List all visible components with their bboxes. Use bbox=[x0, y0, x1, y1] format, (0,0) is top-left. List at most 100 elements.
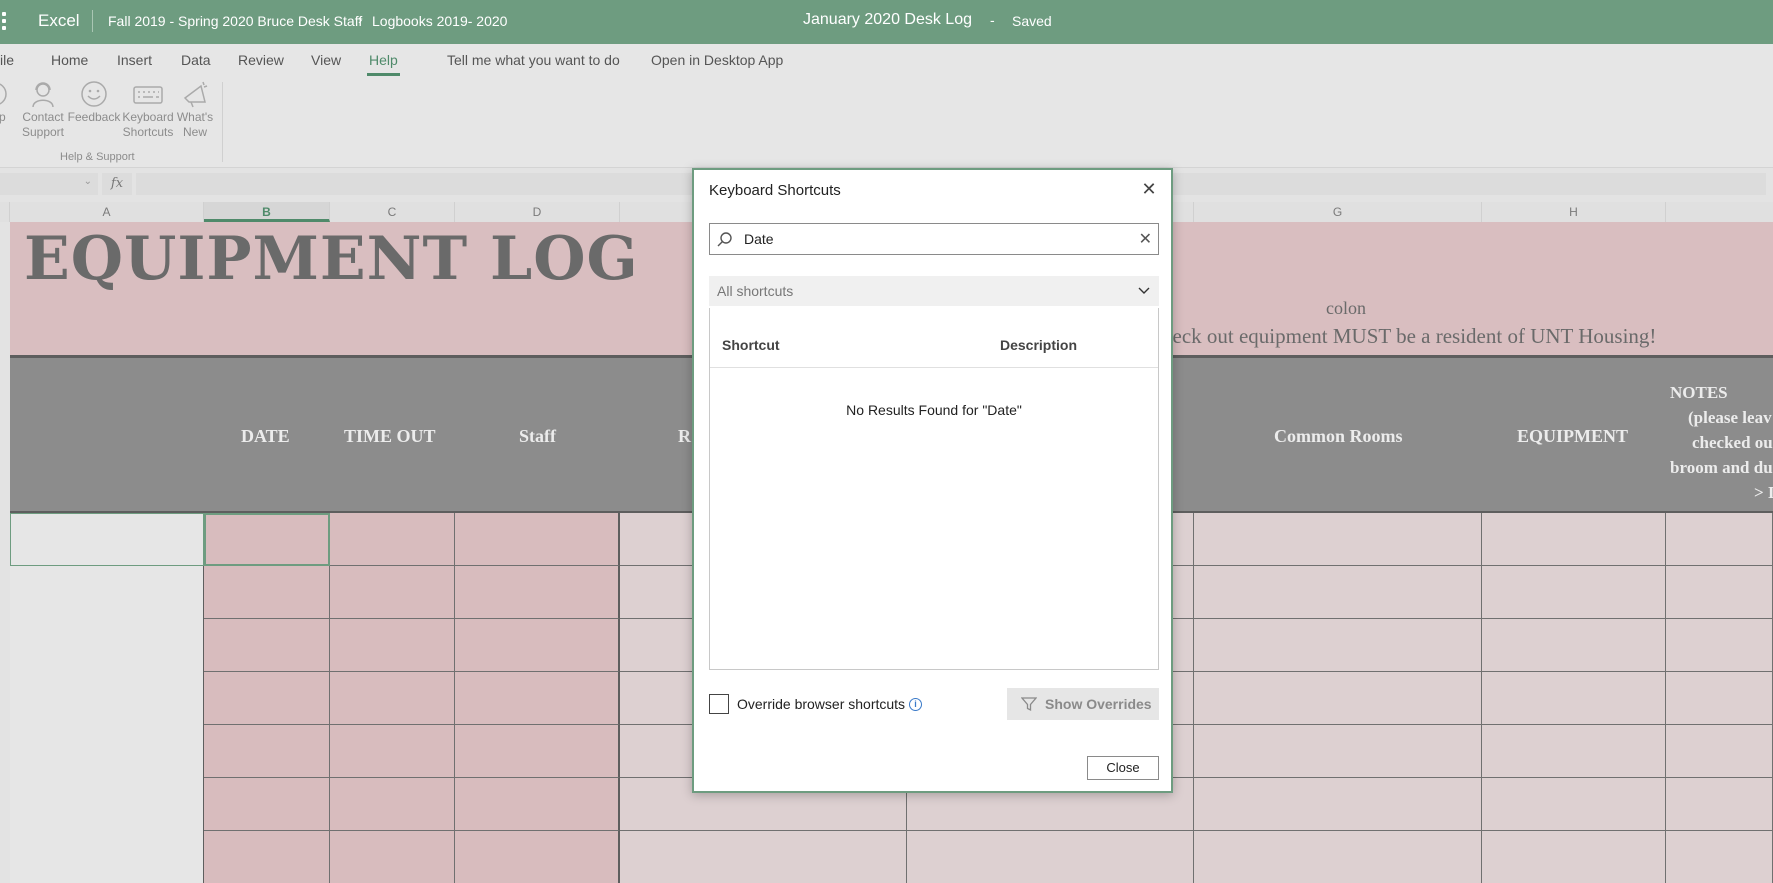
document-name[interactable]: January 2020 Desk Log bbox=[803, 11, 972, 29]
active-cell[interactable] bbox=[204, 513, 330, 566]
header-staff[interactable]: Staff bbox=[519, 426, 556, 447]
grid-cell[interactable] bbox=[1666, 672, 1773, 725]
column-header-a[interactable]: A bbox=[10, 202, 204, 222]
grid-cell[interactable] bbox=[330, 831, 455, 883]
header-r-partial[interactable]: R bbox=[678, 426, 691, 447]
grid-cell[interactable] bbox=[10, 566, 204, 619]
breadcrumb-subfolder[interactable]: Logbooks 2019- 2020 bbox=[372, 13, 507, 29]
column-header-i[interactable] bbox=[1666, 202, 1773, 222]
name-box-dropdown-icon[interactable]: ⌄ bbox=[84, 176, 92, 187]
header-time-out[interactable]: TIME OUT bbox=[344, 426, 436, 447]
grid-cell[interactable] bbox=[1666, 619, 1773, 672]
select-all-corner[interactable] bbox=[0, 202, 10, 222]
grid-cell[interactable] bbox=[1666, 725, 1773, 778]
show-overrides-button[interactable]: Show Overrides bbox=[1007, 688, 1159, 720]
shortcut-category-dropdown[interactable]: All shortcuts bbox=[709, 276, 1159, 306]
grid-cell[interactable] bbox=[1482, 619, 1666, 672]
grid-cell[interactable] bbox=[1194, 778, 1482, 831]
grid-cell[interactable] bbox=[1194, 619, 1482, 672]
tab-review[interactable]: Review bbox=[238, 52, 284, 68]
grid-cell[interactable] bbox=[455, 672, 620, 725]
grid-cell[interactable] bbox=[204, 672, 330, 725]
tab-help[interactable]: Help bbox=[369, 52, 398, 68]
tab-file[interactable]: ile bbox=[0, 52, 14, 68]
column-header-h[interactable]: H bbox=[1482, 202, 1666, 222]
grid-cell[interactable] bbox=[1194, 672, 1482, 725]
grid-cell[interactable] bbox=[455, 831, 620, 883]
grid-cell[interactable] bbox=[1482, 566, 1666, 619]
breadcrumb-folder[interactable]: Fall 2019 - Spring 2020 Bruce Desk Staff bbox=[108, 13, 362, 29]
column-header-b[interactable]: B bbox=[204, 202, 330, 222]
grid-cell[interactable] bbox=[455, 513, 620, 566]
close-icon[interactable]: ✕ bbox=[1139, 179, 1159, 199]
grid-cell[interactable] bbox=[204, 619, 330, 672]
insert-function-button[interactable]: fx bbox=[102, 173, 132, 195]
clear-search-icon[interactable]: ✕ bbox=[1139, 229, 1152, 249]
override-checkbox[interactable] bbox=[709, 694, 729, 714]
header-notes[interactable]: NOTES (please leav checked ou broom and … bbox=[1670, 380, 1773, 505]
grid-cell[interactable] bbox=[330, 778, 455, 831]
grid-cell[interactable] bbox=[455, 725, 620, 778]
grid-cell[interactable] bbox=[907, 831, 1194, 883]
banner-notice[interactable]: heck out equipment MUST be a resident of… bbox=[1162, 324, 1656, 349]
grid-cell[interactable] bbox=[1482, 778, 1666, 831]
grid-cell[interactable] bbox=[204, 566, 330, 619]
grid-cell[interactable] bbox=[1482, 725, 1666, 778]
column-header-shortcut[interactable]: Shortcut bbox=[722, 337, 780, 353]
grid-cell[interactable] bbox=[10, 619, 204, 672]
tab-data[interactable]: Data bbox=[181, 52, 211, 68]
tab-insert[interactable]: Insert bbox=[117, 52, 152, 68]
grid-cell[interactable] bbox=[455, 778, 620, 831]
grid-cell[interactable] bbox=[1194, 831, 1482, 883]
header-common-rooms[interactable]: Common Rooms bbox=[1274, 426, 1403, 447]
tab-view[interactable]: View bbox=[311, 52, 341, 68]
grid-cell[interactable] bbox=[10, 513, 204, 566]
header-date[interactable]: DATE bbox=[241, 426, 290, 447]
grid-cell[interactable] bbox=[330, 619, 455, 672]
grid-cell[interactable] bbox=[1666, 566, 1773, 619]
grid-cell[interactable] bbox=[330, 513, 455, 566]
grid-cell[interactable] bbox=[1666, 513, 1773, 566]
open-desktop-app-link[interactable]: Open in Desktop App bbox=[651, 52, 783, 68]
help-button[interactable]: lp bbox=[0, 80, 16, 125]
grid-cell[interactable] bbox=[455, 566, 620, 619]
tell-me-search[interactable]: Tell me what you want to do bbox=[447, 52, 620, 68]
app-name[interactable]: Excel bbox=[38, 11, 80, 31]
grid-cell[interactable] bbox=[10, 725, 204, 778]
grid-cell[interactable] bbox=[10, 831, 204, 883]
override-label[interactable]: Override browser shortcuts bbox=[737, 696, 905, 712]
grid-cell[interactable] bbox=[330, 672, 455, 725]
grid-cell[interactable] bbox=[1666, 778, 1773, 831]
header-equipment[interactable]: EQUIPMENT bbox=[1517, 426, 1628, 447]
info-icon[interactable]: i bbox=[909, 698, 922, 711]
name-box[interactable]: ⌄ bbox=[0, 173, 98, 195]
column-header-c[interactable]: C bbox=[330, 202, 455, 222]
grid-cell[interactable] bbox=[620, 831, 907, 883]
contact-support-button[interactable]: Contact Support bbox=[18, 80, 68, 140]
grid-cell[interactable] bbox=[1482, 513, 1666, 566]
grid-cell[interactable] bbox=[455, 619, 620, 672]
grid-cell[interactable] bbox=[204, 725, 330, 778]
column-header-description[interactable]: Description bbox=[1000, 337, 1077, 353]
grid-cell[interactable] bbox=[10, 672, 204, 725]
sheet-title[interactable]: EQUIPMENT LOG bbox=[24, 224, 639, 294]
grid-cell[interactable] bbox=[204, 778, 330, 831]
grid-cell[interactable] bbox=[330, 566, 455, 619]
grid-cell[interactable] bbox=[1482, 672, 1666, 725]
app-launcher-icon[interactable] bbox=[2, 12, 8, 32]
grid-cell[interactable] bbox=[1194, 566, 1482, 619]
grid-cell[interactable] bbox=[1194, 725, 1482, 778]
feedback-button[interactable]: Feedback bbox=[66, 80, 122, 125]
whats-new-button[interactable]: What's New bbox=[174, 80, 216, 140]
grid-cell[interactable] bbox=[1482, 831, 1666, 883]
grid-cell[interactable] bbox=[10, 778, 204, 831]
column-header-g[interactable]: G bbox=[1194, 202, 1482, 222]
grid-cell[interactable] bbox=[330, 725, 455, 778]
search-input[interactable] bbox=[744, 228, 1124, 250]
grid-cell[interactable] bbox=[1666, 831, 1773, 883]
keyboard-shortcuts-button[interactable]: Keyboard Shortcuts bbox=[120, 80, 176, 140]
close-button[interactable]: Close bbox=[1087, 756, 1159, 780]
banner-colon-text[interactable]: colon bbox=[1326, 298, 1366, 319]
grid-cell[interactable] bbox=[204, 831, 330, 883]
column-header-d[interactable]: D bbox=[455, 202, 620, 222]
